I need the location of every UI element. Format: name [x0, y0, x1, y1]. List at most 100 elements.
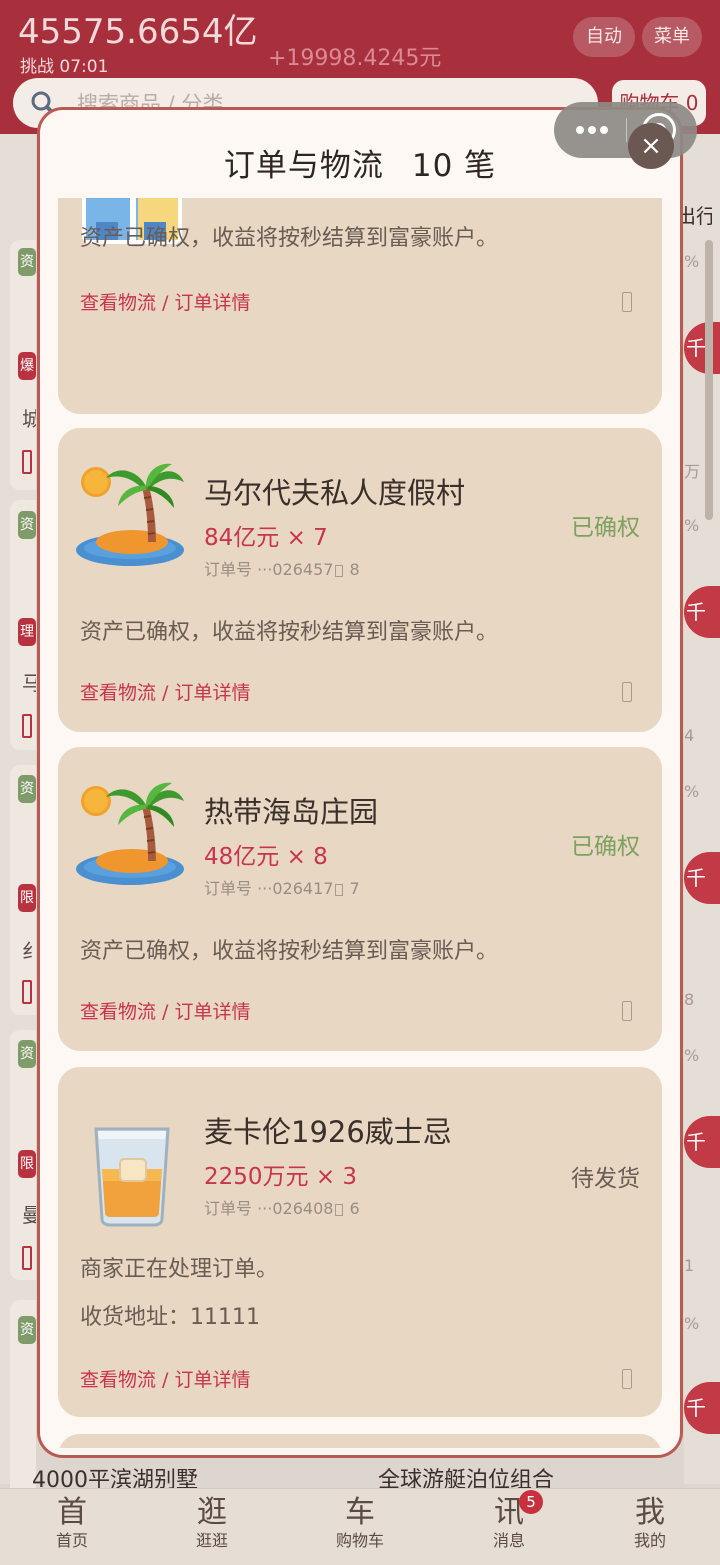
tab-profile[interactable]: 我 我的	[578, 1489, 720, 1565]
modal-title-text: 订单与物流	[223, 148, 384, 184]
tab-label: 逛逛	[195, 1531, 228, 1550]
order-message: 资产已确权，收益将按秒结算到富豪账户。	[80, 620, 499, 645]
category-tag: 资	[18, 1316, 36, 1344]
tab-browse[interactable]: 逛 逛逛	[140, 1489, 284, 1565]
order-message: 收货地址：11111	[80, 1305, 260, 1330]
product-name: 热带海岛庄园	[204, 795, 379, 829]
product-name: 曼	[22, 1203, 36, 1227]
cart-icon: 车	[345, 1495, 375, 1530]
tab-label: 消息	[492, 1531, 525, 1550]
product-name: 麦卡伦1926威士忌	[204, 1115, 452, 1149]
orders-modal: 订单与物流 10 笔 26亿元 × 1订单号 ···0264579已确权资产已确权…	[37, 107, 683, 1458]
product-name: 纟	[22, 939, 36, 963]
auto-button[interactable]: 自动	[573, 17, 635, 57]
category-tag: 限	[18, 884, 36, 912]
modal-close-icon[interactable]: ×	[628, 123, 674, 169]
background-stat: %	[684, 252, 700, 271]
background-stat: %	[684, 1314, 700, 1333]
product-name: 马尔代夫私人度假村	[204, 476, 466, 510]
chevron-right-icon[interactable]	[622, 1001, 632, 1021]
profile-icon: 我	[635, 1495, 665, 1530]
order-message: 商家正在处理订单。	[80, 1257, 279, 1282]
category-tag: 爆	[18, 352, 36, 380]
challenge-timer: 挑战 07:01	[20, 57, 109, 77]
order-number-text: 订单号 ···026408	[204, 1199, 334, 1218]
product-name: 城	[22, 407, 36, 431]
order-number-text: 订单号 ···026457	[204, 560, 334, 579]
order-number-glyph	[335, 564, 344, 577]
category-tag: 资	[18, 775, 36, 803]
order-price: 2250万元 × 3	[204, 1164, 358, 1190]
order-message: 资产已确权，收益将按秒结算到富豪账户。	[80, 939, 499, 964]
order-status: 已确权	[571, 834, 640, 860]
order-count: 10 笔	[411, 148, 497, 184]
order-status: 已确权	[571, 515, 640, 541]
tab-label: 购物车	[335, 1531, 384, 1550]
icon-placeholder	[22, 714, 32, 738]
tab-cart[interactable]: 车 购物车	[288, 1489, 432, 1565]
background-stat: %	[684, 516, 700, 535]
capsule-divider	[626, 118, 627, 142]
whisky-glass-icon	[76, 1115, 188, 1227]
message-icon: 讯	[494, 1495, 524, 1530]
order-number: 订单号 ···026457 8	[204, 556, 360, 580]
chevron-right-icon[interactable]	[622, 1369, 632, 1389]
order-card[interactable]: 热带海岛庄园 48亿元 × 8 订单号 ···026417 7 已确权资产已确权，收益将…	[58, 747, 662, 1051]
order-number-suffix: 7	[349, 879, 360, 898]
view-logistics-link[interactable]: 查看物流 / 订单详情	[80, 678, 250, 705]
home-icon: 首	[57, 1495, 87, 1530]
order-number-suffix: 6	[349, 1199, 360, 1218]
order-number-suffix: 8	[349, 560, 360, 579]
order-price: 84亿元 × 7	[204, 525, 328, 551]
background-scrollbar[interactable]	[705, 240, 713, 520]
island-palm-icon	[76, 781, 188, 893]
tab-label: 首页	[55, 1531, 88, 1550]
background-stat: 4	[684, 726, 695, 745]
balance-amount: 45575.6654亿	[18, 12, 258, 52]
order-message: 资产已确权，收益将按秒结算到富豪账户。	[80, 226, 499, 251]
tab-label: 我的	[633, 1531, 666, 1550]
icon-placeholder	[22, 980, 32, 1004]
order-number: 订单号 ···026417 7	[204, 875, 360, 899]
category-tag: 资	[18, 1040, 36, 1068]
order-number-glyph	[335, 1203, 344, 1216]
background-stat: 1	[684, 1256, 695, 1275]
category-tag: 资	[18, 248, 36, 276]
order-number: 订单号 ···026408 6	[204, 1195, 360, 1219]
view-logistics-link[interactable]: 查看物流 / 订单详情	[80, 997, 250, 1024]
unread-badge: 5	[519, 1490, 543, 1514]
order-number-text: 订单号 ···026417	[204, 879, 334, 898]
background-bottom-row: 4000平滨湖别墅 全球游艇泊位组合	[0, 1456, 720, 1493]
order-card[interactable]: 马尔代夫私人度假村 84亿元 × 7 订单号 ···026457 8 已确权资产已确权，…	[58, 428, 662, 732]
more-options-icon[interactable]	[572, 119, 612, 141]
category-tag: 限	[18, 1150, 36, 1178]
order-number-glyph	[335, 883, 344, 896]
background-stat: 8	[684, 990, 695, 1009]
order-card[interactable]: 26亿元 × 1订单号 ···0264579已确权资产已确权，收益将按秒结算到富…	[58, 198, 662, 414]
chevron-right-icon[interactable]	[622, 292, 632, 312]
browse-icon: 逛	[197, 1495, 227, 1530]
background-stat: 万	[684, 462, 701, 481]
view-logistics-link[interactable]: 查看物流 / 订单详情	[80, 288, 250, 315]
product-name: 马	[22, 671, 36, 695]
view-logistics-link[interactable]: 查看物流 / 订单详情	[80, 1365, 250, 1392]
order-price: 48亿元 × 8	[204, 844, 328, 870]
menu-button[interactable]: 菜单	[642, 17, 702, 57]
tab-messages[interactable]: 讯 消息 5	[437, 1489, 581, 1565]
category-tag: 理	[18, 618, 36, 646]
background-stat: %	[684, 782, 700, 801]
bottom-tab-bar: 首 首页 逛 逛逛 车 购物车 讯 消息 5 我 我的	[0, 1488, 720, 1565]
icon-placeholder	[22, 1246, 32, 1270]
order-status: 待发货	[571, 1166, 640, 1192]
order-card[interactable]: 麦卡伦1926威士忌 2250万元 × 3 订单号 ···026408 6 待发货商家正…	[58, 1067, 662, 1417]
background-stat: %	[684, 1046, 700, 1065]
category-tag: 资	[18, 511, 36, 539]
icon-placeholder	[22, 450, 32, 474]
income-gain: +19998.4245元	[268, 46, 442, 71]
order-list[interactable]: 26亿元 × 1订单号 ···0264579已确权资产已确权，收益将按秒结算到富…	[40, 198, 680, 1448]
island-palm-icon	[76, 462, 188, 574]
miniapp-capsule	[554, 102, 697, 158]
order-card[interactable]	[58, 1434, 662, 1448]
chevron-right-icon[interactable]	[622, 682, 632, 702]
tab-home[interactable]: 首 首页	[0, 1489, 144, 1565]
